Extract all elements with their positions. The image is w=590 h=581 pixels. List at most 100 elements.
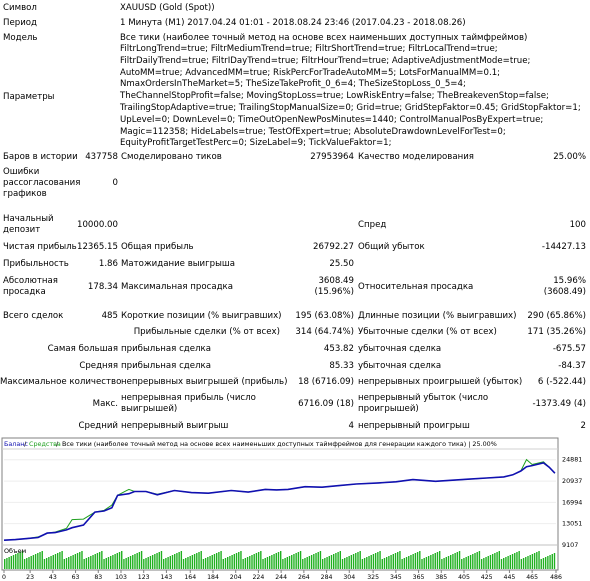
volume-bar [45, 558, 48, 569]
volume-bar [315, 553, 317, 569]
max-drawdown-percent: (15.96%) [314, 287, 354, 297]
volume-bar [94, 554, 96, 569]
volume-bar [533, 553, 536, 569]
largest-loss-label: убыточная сделка [358, 344, 442, 354]
volume-bar [366, 557, 368, 569]
volume-bar [359, 551, 361, 569]
volume-bar [224, 558, 227, 569]
volume-bar [134, 554, 136, 569]
volume-bar [154, 554, 156, 569]
volume-bar [242, 559, 244, 569]
profit-trades-value: 314 (64.74%) [295, 327, 354, 337]
volume-bar [101, 551, 103, 569]
profit-factor-value: 1.86 [98, 259, 118, 269]
volume-bar [17, 553, 19, 569]
volume-bar [291, 555, 293, 569]
x-tick-label: 43 [49, 574, 57, 581]
average-label: Средняя [79, 361, 118, 371]
volume-bar [425, 557, 428, 569]
volume-bar [474, 553, 476, 569]
y-tick-label: 24881 [562, 456, 582, 464]
consecutive-loss-label-line1: непрерывный убыток (число [358, 393, 489, 403]
long-positions-label: Длинные позиции (% выигравших) [358, 311, 517, 321]
x-tick-label: 224 [253, 574, 265, 581]
volume-bar [355, 553, 357, 569]
avg-consecutive-wins-value: 4 [348, 421, 354, 431]
volume-bar [452, 554, 454, 569]
volume-bar [516, 552, 518, 569]
volume-bar [238, 552, 240, 569]
volume-bar [156, 553, 158, 569]
gross-profit-value: 26792.27 [312, 242, 354, 252]
volume-bar [421, 559, 423, 569]
volume-bar [169, 556, 171, 569]
volume-bar [191, 555, 194, 569]
volume-bar [180, 551, 183, 569]
volume-bar [304, 558, 306, 569]
volume-bar [520, 559, 523, 569]
x-tick-label: 264 [298, 574, 310, 581]
volume-bar [178, 552, 180, 569]
volume-bar [231, 555, 233, 569]
volume-bar [70, 556, 72, 569]
quality-value: 25.00% [553, 152, 586, 162]
x-tick-label: 23 [26, 574, 34, 581]
volume-bar [129, 556, 132, 569]
volume-bar [432, 554, 434, 569]
volume-bar [268, 556, 271, 569]
volume-bar [416, 552, 419, 569]
volume-bar [65, 558, 68, 569]
volume-bar [394, 553, 397, 569]
x-tick-label: 425 [481, 574, 493, 581]
volume-bar [463, 558, 465, 569]
params-value: FiltrLongTrend=true; FiltrMediumTrend=tr… [120, 44, 581, 149]
total-trades-value: 485 [101, 311, 118, 321]
volume-bar [63, 559, 66, 569]
x-tick-label: 204 [230, 574, 242, 581]
volume-bar [295, 553, 297, 569]
volume-bar [372, 554, 375, 569]
volume-bar [527, 556, 529, 569]
volume-bar [43, 559, 46, 569]
volume-bar [204, 558, 207, 569]
volume-bar [187, 557, 189, 569]
volume-bar [430, 555, 432, 569]
volume-bar [72, 555, 74, 569]
x-tick-label: 365 [413, 574, 425, 581]
volume-bar [324, 558, 326, 569]
gross-profit-label: Общая прибыль [121, 242, 194, 252]
volume-bar [8, 557, 10, 569]
y-tick-label: 13051 [562, 520, 582, 528]
volume-bar [445, 557, 447, 569]
volume-bar [107, 557, 110, 569]
volume-bar [244, 558, 247, 569]
volume-bar [105, 558, 107, 569]
consecutive-loss-label-line2: проигрышей) [358, 404, 419, 414]
volume-bar [525, 557, 527, 569]
volume-bar [121, 551, 123, 569]
x-tick-label: 143 [161, 574, 173, 581]
volume-bar [551, 554, 553, 569]
volume-bar [275, 553, 277, 569]
volume-bar [465, 557, 467, 569]
volume-bar [388, 556, 390, 569]
volume-bar [450, 555, 452, 569]
volume-bar [491, 554, 494, 569]
volume-bar [136, 553, 138, 569]
volume-bar [381, 559, 383, 569]
spread-label: Спред [358, 220, 387, 230]
volume-bar [319, 551, 322, 569]
volume-bar [253, 554, 255, 569]
x-tick-label: 345 [390, 574, 402, 581]
volume-bar [220, 551, 222, 569]
volume-bar [403, 558, 406, 569]
volume-bar [286, 557, 289, 569]
volume-bar [401, 559, 403, 569]
x-tick-label: 284 [321, 574, 333, 581]
consecutive-losses-value: 6 (-522.44) [537, 377, 586, 387]
largest-profit-value: 453.82 [323, 344, 354, 354]
avg-consecutive-losses-value: 2 [580, 421, 586, 431]
volume-bar [498, 551, 500, 569]
volume-bar [507, 556, 509, 569]
volume-bar [529, 555, 531, 569]
